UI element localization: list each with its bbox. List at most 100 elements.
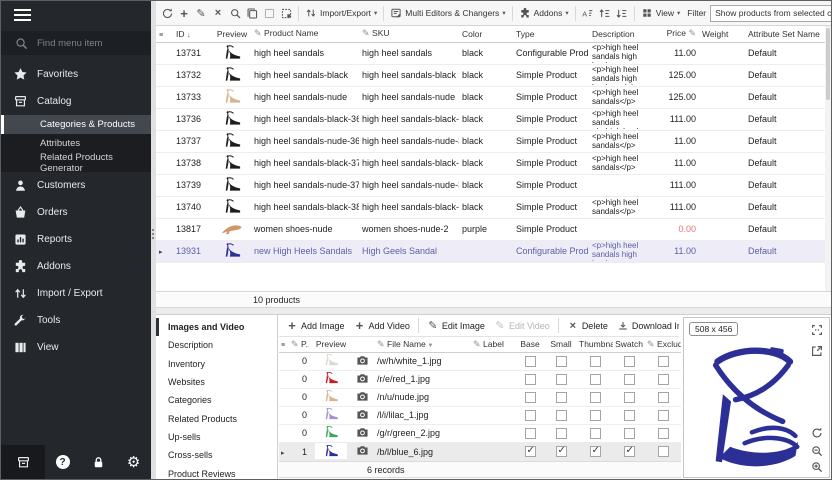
column-header-set[interactable]: Attribute Set Name [745,26,827,42]
column-header-thumb[interactable]: Thumbna [577,337,613,352]
search-button[interactable] [227,5,243,22]
column-header-sku[interactable]: ✎ SKU [359,26,459,42]
tab-up-sells[interactable]: Up-sells [156,428,277,446]
sidebar-item-related-products-generator[interactable]: Related Products Generator [1,153,151,172]
actual-size-button[interactable] [810,323,824,337]
category-filter-select[interactable]: Show products from selected categories▾ [710,5,831,22]
exclude-checkbox[interactable] [658,374,669,385]
column-header-preview[interactable]: Preview [309,337,353,352]
thumbnail-checkbox[interactable] [590,446,601,457]
swatch-checkbox[interactable] [624,356,635,367]
delete-button[interactable]: × [210,5,226,22]
column-header-name[interactable]: ✎ Product Name [251,26,359,42]
image-row[interactable]: 0/l/i/lilac_1.jpg [279,406,681,424]
base-checkbox[interactable] [525,410,536,421]
menu-import-export[interactable]: Import/Export▾ [303,7,379,19]
product-row[interactable]: 13736high heel sandals-black-36high heel… [156,108,827,130]
vertical-scrollbar[interactable] [825,26,831,291]
small-checkbox[interactable] [556,446,567,457]
move-down-button[interactable] [614,5,630,22]
thumbnail-checkbox[interactable] [590,356,601,367]
add-video-button[interactable]: +Add Video [350,320,414,332]
download-image-button[interactable]: Download Image [613,320,679,332]
move-up-button[interactable] [597,5,613,22]
sidebar-item-view[interactable]: View [1,334,151,361]
sidebar-item-reports[interactable]: Reports [1,226,151,253]
refresh-button[interactable] [159,5,175,22]
column-header-desc[interactable]: Description [589,26,653,42]
checkbox-button[interactable] [261,5,277,22]
product-row[interactable]: 13737high heel sandals-nude-36high heel … [156,130,827,152]
exclude-checkbox[interactable] [658,356,669,367]
exclude-checkbox[interactable] [658,392,669,403]
sidebar-item-categories-products[interactable]: Categories & Products [1,115,151,134]
sidebar-item-orders[interactable]: Orders [1,199,151,226]
product-row[interactable]: 13817women shoes-nudewomen shoes-nude-2p… [156,218,827,240]
sidebar-item-customers[interactable]: Customers [1,172,151,199]
zoom-in-button[interactable] [810,460,824,474]
small-checkbox[interactable] [556,410,567,421]
image-row[interactable]: 0/g/r/green_2.jpg [279,424,681,442]
gear-icon[interactable]: ⚙ [127,455,140,470]
column-header-type[interactable]: Type [513,26,589,42]
hamburger-menu-button[interactable] [1,1,151,29]
base-checkbox[interactable] [525,356,536,367]
base-checkbox[interactable] [525,428,536,439]
image-row[interactable]: 0/r/e/red_1.jpg [279,370,681,388]
tab-description[interactable]: Description [156,336,277,354]
small-checkbox[interactable] [556,428,567,439]
swatch-checkbox[interactable] [624,428,635,439]
column-header-cam[interactable] [353,337,375,352]
help-button[interactable]: ? [56,455,70,469]
swatch-checkbox[interactable] [624,392,635,403]
thumbnail-checkbox[interactable] [590,410,601,421]
menu-addons[interactable]: Addons▾ [517,7,571,19]
rotate-button[interactable] [810,426,824,440]
product-row[interactable]: 13731high heel sandalshigh heel sandalsb… [156,42,827,64]
small-checkbox[interactable] [556,356,567,367]
image-row[interactable]: 0/n/u/nude.jpg [279,388,681,406]
column-header-price[interactable]: Price ✎ [653,26,699,42]
column-header-swatch[interactable]: Swatch [613,337,645,352]
column-header-label[interactable]: ✎ Label [471,337,515,352]
column-header-exclude[interactable]: ✎ Exclude [645,337,681,352]
base-checkbox[interactable] [525,374,536,385]
edit-button[interactable]: ✎ [193,5,209,22]
tab-product-reviews[interactable]: Product Reviews [156,464,277,480]
product-row[interactable]: 13740high heel sandals-black-38high heel… [156,196,827,218]
column-header-preview[interactable]: Preview [213,26,251,42]
zoom-out-button[interactable] [810,444,824,458]
tab-cross-sells[interactable]: Cross-sells [156,446,277,464]
base-checkbox[interactable] [525,446,536,457]
column-header-file[interactable]: ✎ File Name ▼ [375,337,471,352]
exclude-checkbox[interactable] [658,446,669,457]
sidebar-item-favorites[interactable]: Favorites [1,61,151,88]
sidebar-item-catalog[interactable]: Catalog [1,88,151,115]
sort-alpha-button[interactable]: A [580,5,596,22]
column-header-id[interactable]: ID ↓ [173,26,213,42]
add-button[interactable]: + [176,5,192,22]
exclude-checkbox[interactable] [658,428,669,439]
column-header-base[interactable]: Base [515,337,545,352]
product-row[interactable]: 13733high heel sandals-nudehigh heel san… [156,86,827,108]
sidebar-item-attributes[interactable]: Attributes [1,134,151,153]
swatch-checkbox[interactable] [624,410,635,421]
tab-related-products[interactable]: Related Products [156,409,277,427]
tab-websites[interactable]: Websites [156,373,277,391]
scrollbar-thumb[interactable] [826,28,830,100]
menu-multi-editors-changers[interactable]: Multi Editors & Changers▾ [388,7,507,19]
menu-view[interactable]: View▾ [639,7,683,19]
grid-corner-cell[interactable]: ≡ [156,26,173,42]
sidebar-item-tools[interactable]: Tools [1,307,151,334]
copy-button[interactable] [244,5,260,22]
image-row[interactable]: ▸1/b/l/blue_6.jpg [279,442,681,461]
marquee-button[interactable] [278,5,294,22]
edit-image-button[interactable]: ✎Edit Image [423,320,489,332]
swatch-checkbox[interactable] [624,374,635,385]
bottom-catalog-button[interactable] [1,445,45,479]
sidebar-item-import-export[interactable]: Import / Export [1,280,151,307]
tab-images-and-video[interactable]: Images and Video [156,318,277,336]
exclude-checkbox[interactable] [658,410,669,421]
thumbnail-checkbox[interactable] [590,392,601,403]
lock-icon[interactable] [91,455,106,470]
